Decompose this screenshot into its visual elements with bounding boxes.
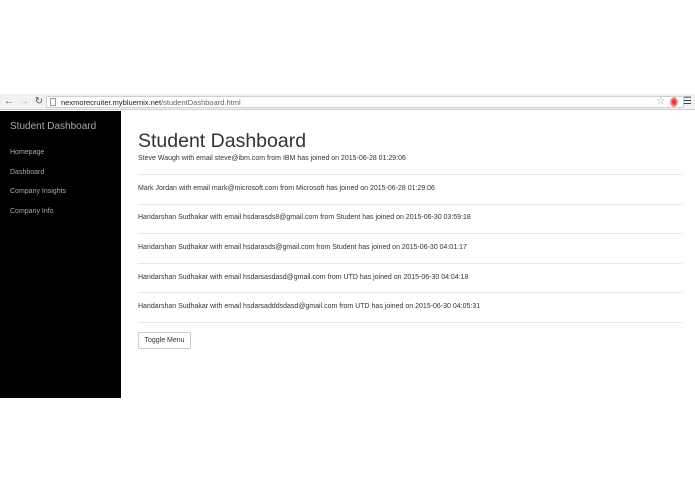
menu-icon[interactable]: ☰	[683, 96, 692, 108]
sidebar-brand[interactable]: Student Dashboard	[10, 121, 96, 132]
divider	[138, 174, 682, 175]
browser-toolbar: ← → ↻ nexmorecruiter.mybluemix.net/stude…	[0, 94, 695, 110]
sidebar: Student Dashboard Homepage Dashboard Com…	[0, 111, 121, 398]
divider	[138, 322, 682, 323]
sidebar-item-homepage[interactable]: Homepage	[10, 149, 66, 169]
list-item: Haridarshan Sudhakar with email hsdarasd…	[138, 244, 467, 251]
page-icon	[50, 98, 56, 106]
sidebar-item-company-insights[interactable]: Company Insights	[10, 188, 66, 208]
sidebar-nav: Homepage Dashboard Company Insights Comp…	[10, 149, 66, 227]
list-item: Mark Jordan with email mark@microsoft.co…	[138, 185, 435, 192]
reload-icon[interactable]: ↻	[33, 96, 45, 108]
sidebar-item-company-info[interactable]: Company Info	[10, 208, 66, 228]
star-icon[interactable]: ☆	[656, 96, 665, 108]
divider	[138, 233, 682, 234]
toolbar-actions: ☆ ☰	[656, 96, 692, 108]
list-item: Haridarshan Sudhakar with email hsdarsad…	[138, 303, 481, 310]
url-host: nexmorecruiter.mybluemix.net	[61, 97, 162, 107]
page-title: Student Dashboard	[138, 130, 307, 152]
opera-icon[interactable]	[670, 97, 679, 107]
back-icon[interactable]: ←	[3, 96, 15, 108]
divider	[138, 292, 682, 293]
list-item: Haridarshan Sudhakar with email hsdarasd…	[138, 214, 471, 221]
sidebar-item-dashboard[interactable]: Dashboard	[10, 169, 66, 189]
list-item: Steve Waugh with email steve@ibm.com fro…	[138, 155, 406, 162]
toggle-menu-button[interactable]: Toggle Menu	[138, 332, 191, 349]
list-item: Haridarshan Sudhakar with email hsdarsas…	[138, 274, 469, 281]
forward-icon[interactable]: →	[18, 96, 30, 108]
divider	[138, 263, 682, 264]
divider	[138, 204, 682, 205]
address-bar[interactable]: nexmorecruiter.mybluemix.net/studentDash…	[46, 96, 684, 108]
url-path: /studentDashboard.html	[161, 97, 241, 107]
